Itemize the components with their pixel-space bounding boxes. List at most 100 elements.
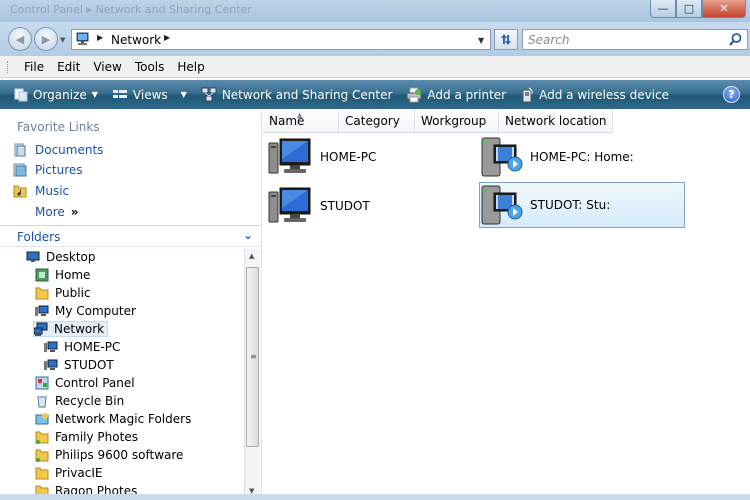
views-button[interactable]: Views ▼	[112, 88, 187, 102]
window-controls: — □ ✕	[650, 0, 746, 18]
tree-home[interactable]: Home	[35, 268, 90, 282]
tree-control-panel-label: Control Panel	[55, 376, 135, 390]
history-dropdown-icon[interactable]: ▼	[60, 36, 65, 44]
computer-icon	[35, 305, 49, 316]
tree-home-pc-label: HOME-PC	[64, 340, 121, 354]
menu-help[interactable]: Help	[177, 60, 204, 74]
favorite-documents[interactable]: Documents	[13, 143, 103, 157]
refresh-button[interactable]	[494, 29, 518, 50]
folders-scrollbar[interactable]: ▲ ≡ ▼	[244, 249, 260, 500]
network-sharing-label: Network and Sharing Center	[221, 87, 393, 102]
more-links-button[interactable]: More »	[35, 205, 79, 219]
network-item-home-pc-label: HOME-PC	[320, 150, 377, 164]
scroll-up-icon[interactable]: ▲	[249, 252, 254, 260]
music-icon	[13, 185, 27, 198]
tree-my-computer-label: My Computer	[55, 304, 136, 318]
tree-network-magic-folders[interactable]: Network Magic Folders	[35, 412, 191, 426]
network-item-studot[interactable]: STUDOT	[268, 183, 370, 229]
tree-philips-software[interactable]: Philips 9600 software	[35, 448, 183, 462]
tree-family-photes[interactable]: Family Photes	[35, 430, 138, 444]
minimize-button[interactable]: —	[650, 0, 676, 18]
media-server-icon	[481, 137, 523, 177]
help-button[interactable]: ?	[723, 86, 740, 103]
column-category[interactable]: Category	[339, 109, 415, 133]
address-field[interactable]: ▶ Network ▶ ▼	[71, 29, 491, 50]
folders-heading: Folders	[17, 230, 61, 244]
favorite-pictures[interactable]: Pictures	[13, 163, 83, 177]
tree-network[interactable]: Network	[33, 321, 109, 337]
column-workgroup[interactable]: Workgroup	[415, 109, 499, 133]
tree-network-magic-folders-label: Network Magic Folders	[55, 412, 192, 426]
organize-dropdown-icon: ▼	[91, 90, 98, 99]
network-sharing-center-button[interactable]: Network and Sharing Center	[201, 87, 393, 103]
network-item-studot-media-label: STUDOT: Stu:	[530, 198, 611, 212]
back-button[interactable]: ◀	[8, 27, 32, 51]
maximize-button[interactable]: □	[676, 0, 702, 18]
double-chevron-icon: »	[70, 205, 79, 219]
add-printer-button[interactable]: Add a printer	[406, 87, 506, 103]
folder-icon	[35, 431, 49, 444]
tree-public[interactable]: Public	[35, 286, 91, 300]
favorite-music[interactable]: Music	[13, 184, 69, 198]
folder-icon	[35, 467, 49, 480]
tree-home-label: Home	[55, 268, 91, 282]
organize-icon	[14, 88, 28, 101]
recycle-bin-icon	[37, 396, 47, 408]
tree-desktop[interactable]: Desktop	[26, 250, 96, 264]
documents-icon	[14, 143, 26, 157]
favorite-links-heading: Favorite Links	[17, 120, 100, 134]
home-folder-icon	[35, 268, 49, 282]
wireless-device-icon	[522, 87, 533, 102]
window-bottom-border	[0, 494, 750, 500]
menu-edit[interactable]: Edit	[57, 60, 80, 74]
media-server-icon	[481, 185, 523, 225]
network-item-home-pc-media[interactable]: HOME-PC: Home:	[480, 134, 634, 180]
printer-icon	[406, 87, 422, 102]
tree-control-panel[interactable]: Control Panel	[35, 376, 135, 390]
menu-file[interactable]: File	[24, 60, 44, 74]
network-magic-icon	[35, 413, 49, 425]
network-item-home-pc[interactable]: HOME-PC	[268, 134, 376, 180]
add-wireless-label: Add a wireless device	[539, 87, 669, 102]
tree-privacie[interactable]: PrivacIE	[35, 466, 102, 480]
breadcrumb-chevron-icon[interactable]: ▶	[164, 33, 170, 42]
tree-philips-software-label: Philips 9600 software	[55, 448, 184, 462]
favorite-documents-label: Documents	[35, 143, 104, 157]
tree-network-label: Network	[54, 322, 105, 336]
search-icon[interactable]	[728, 32, 743, 47]
address-dropdown-icon[interactable]: ▼	[478, 36, 484, 45]
breadcrumb-network[interactable]: Network	[111, 33, 161, 47]
add-wireless-device-button[interactable]: Add a wireless device	[520, 87, 669, 103]
network-item-studot-media[interactable]: STUDOT: Stu:	[479, 182, 685, 228]
breadcrumb-separator-icon[interactable]: ▶	[97, 33, 103, 42]
more-links-label: More	[35, 205, 65, 219]
network-item-home-pc-media-label: HOME-PC: Home:	[530, 150, 634, 164]
network-icon	[76, 32, 89, 45]
control-panel-icon	[35, 376, 49, 390]
menu-view[interactable]: View	[93, 60, 121, 74]
organize-button[interactable]: Organize ▼	[14, 88, 98, 102]
column-network-location-label: Network location	[505, 114, 607, 128]
close-button[interactable]: ✕	[702, 0, 746, 18]
tree-home-pc[interactable]: HOME-PC	[44, 340, 120, 354]
tree-my-computer[interactable]: My Computer	[35, 304, 136, 318]
menu-tools[interactable]: Tools	[135, 60, 165, 74]
views-dropdown-icon: ▼	[180, 90, 187, 99]
title-bar: Control Panel ▸ Network and Sharing Cent…	[0, 0, 750, 22]
folder-icon	[35, 287, 49, 300]
tree-recycle-bin[interactable]: Recycle Bin	[35, 394, 124, 408]
scrollbar-thumb[interactable]: ≡	[246, 267, 259, 447]
tree-family-photes-label: Family Photes	[55, 430, 138, 444]
favorite-music-label: Music	[35, 184, 70, 198]
chevron-down-icon: ⌄	[242, 228, 253, 242]
search-box[interactable]: Search	[522, 29, 748, 50]
refresh-icon	[501, 34, 511, 45]
favorite-pictures-label: Pictures	[35, 163, 83, 177]
column-network-location[interactable]: Network location	[499, 109, 613, 133]
tree-studot[interactable]: STUDOT	[44, 358, 114, 372]
forward-button[interactable]: ▶	[34, 27, 58, 51]
column-name[interactable]: ▲ Name	[263, 109, 339, 133]
search-input[interactable]: Search	[528, 33, 570, 47]
computer-icon	[268, 138, 311, 174]
folders-header[interactable]: Folders ⌄	[0, 225, 261, 247]
